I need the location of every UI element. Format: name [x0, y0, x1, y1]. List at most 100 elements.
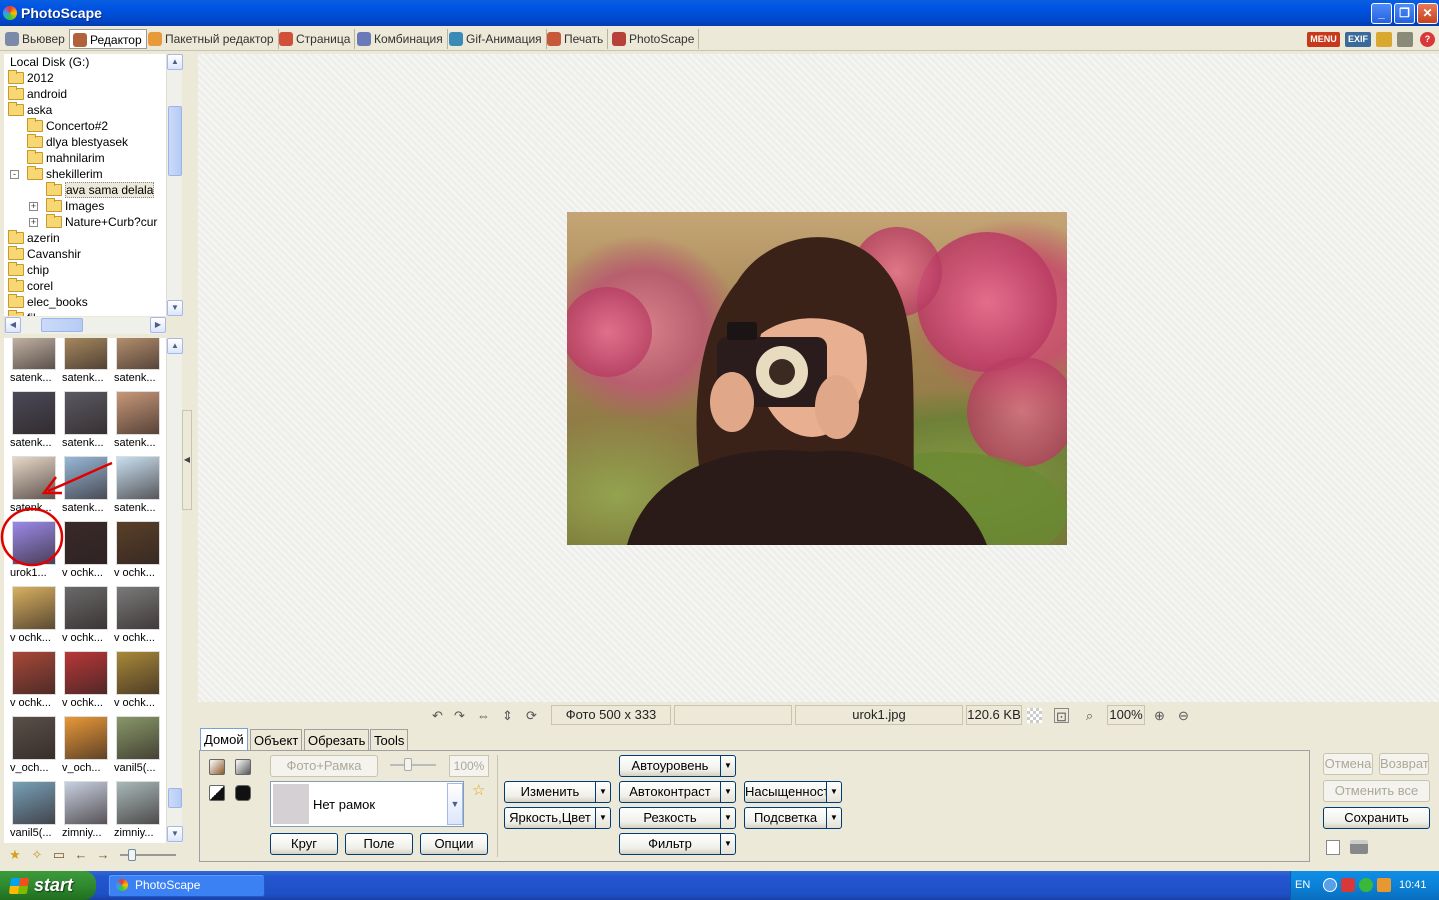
- expand-icon[interactable]: +: [29, 218, 38, 227]
- tree-item[interactable]: mahnilarim: [27, 150, 105, 166]
- margin-button[interactable]: Поле: [345, 833, 413, 855]
- filter-button[interactable]: Фильтр: [619, 833, 721, 855]
- rotate-right-icon[interactable]: ↷: [452, 708, 467, 723]
- thumbnail[interactable]: satenk...: [62, 338, 110, 388]
- tree-vscroll[interactable]: ▲ ▼: [166, 54, 183, 316]
- minimize-button[interactable]: _: [1371, 3, 1392, 24]
- scroll-left-icon[interactable]: ◀: [5, 317, 21, 333]
- tree-item[interactable]: 2012: [8, 70, 54, 86]
- tab-viewer[interactable]: Вьювер: [2, 29, 70, 49]
- scroll-down-icon[interactable]: ▼: [167, 826, 183, 842]
- autocontrast-button[interactable]: Автоконтраст: [619, 781, 721, 803]
- photo-frame-button[interactable]: Фото+Рамка: [270, 755, 378, 777]
- save-button[interactable]: Сохранить: [1323, 807, 1430, 829]
- scroll-down-icon[interactable]: ▼: [167, 300, 183, 316]
- autolevel-dropdown-icon[interactable]: ▼: [720, 755, 736, 777]
- help-icon[interactable]: ?: [1420, 32, 1435, 47]
- folder-icon[interactable]: ▭: [52, 848, 66, 862]
- tree-item[interactable]: corel: [8, 278, 53, 294]
- expand-icon[interactable]: +: [29, 202, 38, 211]
- tab-crop[interactable]: Обрезать: [304, 729, 370, 750]
- maximize-button[interactable]: ❐: [1394, 3, 1415, 24]
- undo-button[interactable]: Отмена: [1323, 753, 1373, 775]
- edited-photo[interactable]: [567, 212, 1067, 545]
- resize-button[interactable]: Изменить: [504, 781, 596, 803]
- zoom-in-icon[interactable]: ⊕: [1152, 708, 1167, 723]
- tab-tools[interactable]: Tools: [370, 729, 409, 750]
- language-indicator[interactable]: EN: [1295, 879, 1310, 891]
- thumbnail[interactable]: vanil5(...: [10, 781, 58, 843]
- favorite-star-icon[interactable]: ☆: [472, 781, 485, 799]
- forward-icon[interactable]: →: [96, 848, 110, 862]
- thumbnail[interactable]: v ochk...: [114, 651, 162, 713]
- tab-batch-editor[interactable]: Пакетный редактор: [145, 29, 279, 49]
- back-icon[interactable]: ←: [74, 848, 88, 862]
- scroll-thumb[interactable]: [168, 788, 182, 808]
- frame-style-1-icon[interactable]: [209, 759, 225, 775]
- tree-item[interactable]: azerin: [8, 230, 60, 246]
- flip-horizontal-icon[interactable]: ⇔: [476, 708, 491, 723]
- tree-item[interactable]: fil...: [8, 310, 46, 316]
- exif-button[interactable]: EXIF: [1345, 32, 1371, 47]
- zoom-actual-icon[interactable]: ⌕: [1082, 708, 1097, 723]
- tree-item[interactable]: ava sama delala: [46, 182, 155, 198]
- thumbnail[interactable]: v_och...: [10, 716, 58, 778]
- film-icon[interactable]: [1376, 32, 1392, 47]
- rotate-any-icon[interactable]: ⟳: [524, 708, 539, 723]
- thumbnail[interactable]: v ochk...: [10, 586, 58, 648]
- thumbnail[interactable]: v ochk...: [62, 586, 110, 648]
- tree-item[interactable]: Concerto#2: [27, 118, 108, 134]
- autolevel-button[interactable]: Автоуровень: [619, 755, 721, 777]
- tree-item[interactable]: + Images: [29, 198, 104, 214]
- chevron-down-icon[interactable]: ▼: [447, 783, 463, 825]
- options-button[interactable]: Опции: [420, 833, 488, 855]
- tree-item[interactable]: chip: [8, 262, 49, 278]
- frame-style-2-icon[interactable]: [235, 759, 251, 775]
- autocontrast-dropdown-icon[interactable]: ▼: [720, 781, 736, 803]
- backlight-dropdown-icon[interactable]: ▼: [826, 807, 842, 829]
- tree-item[interactable]: aska: [8, 102, 52, 118]
- filter-dropdown-icon[interactable]: ▼: [720, 833, 736, 855]
- thumbs-vscroll[interactable]: ▲ ▼: [166, 338, 183, 843]
- tree-item[interactable]: Cavanshir: [8, 246, 81, 262]
- transparency-icon[interactable]: [1027, 708, 1042, 723]
- redo-button[interactable]: Возврат: [1379, 753, 1429, 775]
- taskbar-item-photoscape[interactable]: PhotoScape: [108, 874, 265, 897]
- brightness-color-button[interactable]: Яркость,Цвет: [504, 807, 596, 829]
- rotate-left-icon[interactable]: ↶: [430, 708, 445, 723]
- tab-combine[interactable]: Комбинация: [354, 29, 448, 49]
- tab-page[interactable]: Страница: [276, 29, 356, 49]
- tree-item[interactable]: android: [8, 86, 67, 102]
- thumbnail[interactable]: v ochk...: [114, 521, 162, 583]
- pane-splitter[interactable]: ◀: [182, 410, 192, 510]
- resize-dropdown-icon[interactable]: ▼: [595, 781, 611, 803]
- tab-gif-animation[interactable]: Gif-Анимация: [446, 29, 547, 49]
- menu-button[interactable]: MENU: [1307, 32, 1340, 47]
- thumbnail[interactable]: satenk...: [114, 391, 162, 453]
- thumbnail[interactable]: satenk...: [114, 338, 162, 388]
- thumbnail[interactable]: v_och...: [62, 716, 110, 778]
- collapse-icon[interactable]: -: [10, 170, 19, 179]
- thumbnail[interactable]: v ochk...: [10, 651, 58, 713]
- brightness-dropdown-icon[interactable]: ▼: [595, 807, 611, 829]
- thumbnail[interactable]: satenk...: [62, 391, 110, 453]
- saturation-button[interactable]: Насыщенность: [744, 781, 827, 803]
- print-icon[interactable]: [1350, 840, 1368, 854]
- tab-object[interactable]: Объект: [250, 729, 303, 750]
- saturation-dropdown-icon[interactable]: ▼: [826, 781, 842, 803]
- thumbnail[interactable]: satenk...: [114, 456, 162, 518]
- flip-vertical-icon[interactable]: ⇕: [500, 708, 515, 723]
- tab-editor[interactable]: Редактор: [69, 29, 147, 49]
- sharpen-button[interactable]: Резкость: [619, 807, 721, 829]
- backlight-button[interactable]: Подсветка: [744, 807, 827, 829]
- star-icon[interactable]: ★: [8, 848, 22, 862]
- shield-icon[interactable]: [1341, 878, 1355, 892]
- tree-item[interactable]: Local Disk (G:): [10, 54, 89, 70]
- scroll-thumb[interactable]: [168, 106, 182, 176]
- frame-style-4-icon[interactable]: [235, 785, 251, 801]
- tab-print[interactable]: Печать: [544, 29, 609, 49]
- back-tray-icon[interactable]: [1323, 878, 1337, 892]
- fit-zoom-icon[interactable]: ⊡: [1054, 708, 1069, 724]
- sharpen-dropdown-icon[interactable]: ▼: [720, 807, 736, 829]
- app-tray-icon[interactable]: [1377, 878, 1391, 892]
